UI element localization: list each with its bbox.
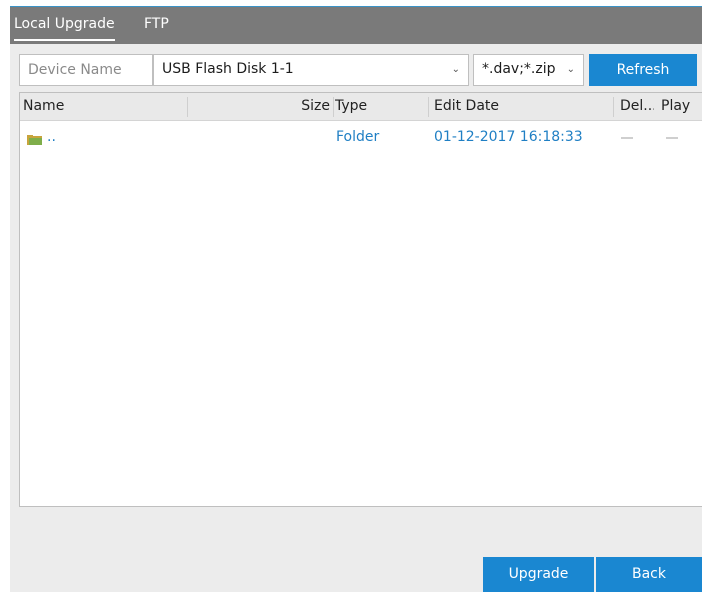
file-type-filter-select[interactable]: *.dav;*.zip ⌄ [473, 54, 584, 86]
row-edit-date: 01-12-2017 16:18:33 [434, 129, 583, 145]
back-button[interactable]: Back [596, 557, 702, 592]
upgrade-button[interactable]: Upgrade [483, 557, 594, 592]
delete-disabled-indicator [621, 137, 633, 139]
column-divider [613, 97, 614, 117]
play-disabled-indicator [666, 137, 678, 139]
tab-local-upgrade[interactable]: Local Upgrade [14, 16, 115, 41]
device-name-label-box: Device Name [19, 54, 153, 86]
device-select[interactable]: USB Flash Disk 1-1 ⌄ [153, 54, 469, 86]
column-header-name[interactable]: Name [23, 93, 183, 120]
tab-ftp[interactable]: FTP [144, 16, 169, 36]
file-type-filter-value: *.dav;*.zip [482, 61, 556, 77]
tab-bar: Local Upgrade FTP [10, 7, 702, 44]
device-name-label: Device Name [28, 62, 122, 78]
column-divider [187, 97, 188, 117]
row-name-parent[interactable]: .. [47, 129, 56, 145]
column-header-delete[interactable]: Del... [620, 93, 654, 120]
upgrade-panel: Local Upgrade FTP Device Name USB Flash … [10, 0, 702, 592]
column-divider [428, 97, 429, 117]
column-divider [333, 97, 334, 117]
column-header-size[interactable]: Size [190, 93, 330, 120]
table-header: Name Size Type Edit Date Del... Play [20, 93, 702, 121]
column-header-play[interactable]: Play [661, 93, 701, 120]
chevron-down-icon: ⌄ [451, 64, 460, 75]
file-table: Name Size Type Edit Date Del... Play .. … [19, 92, 702, 507]
row-type: Folder [336, 129, 380, 145]
column-header-edit-date[interactable]: Edit Date [434, 93, 604, 120]
folder-up-icon[interactable] [27, 134, 43, 146]
refresh-button[interactable]: Refresh [589, 54, 697, 86]
top-accent-line [10, 0, 702, 7]
device-select-value: USB Flash Disk 1-1 [162, 61, 294, 77]
chevron-down-icon: ⌄ [566, 64, 575, 75]
column-header-type[interactable]: Type [335, 93, 425, 120]
